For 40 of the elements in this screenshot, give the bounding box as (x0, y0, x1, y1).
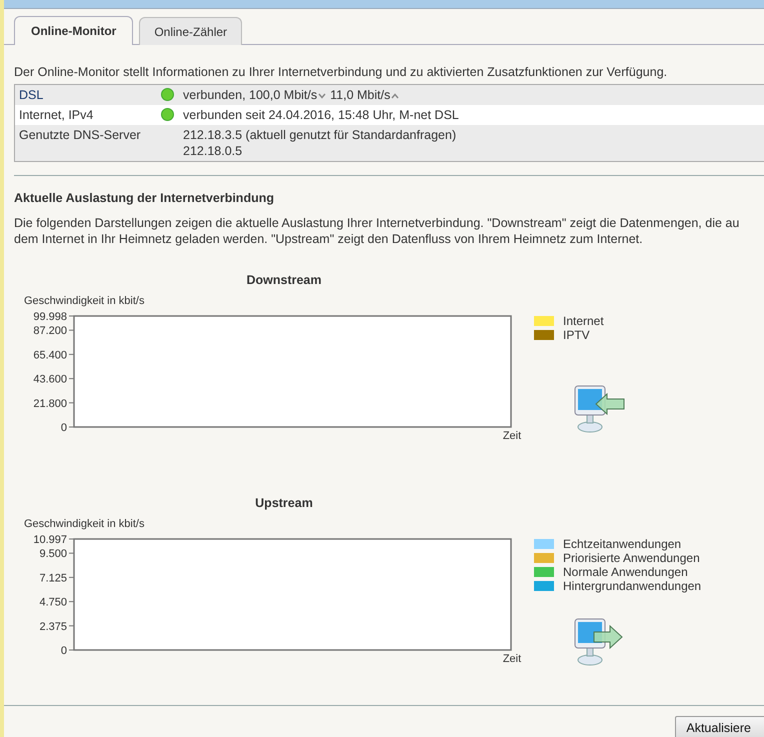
status-value: 212.18.0.5 (183, 143, 242, 159)
legend-label: IPTV (563, 328, 590, 342)
chart-title: Upstream (254, 496, 314, 510)
legend-label: Echtzeitanwendungen (563, 537, 682, 551)
status-label: Internet, IPv4 (19, 107, 94, 123)
down-chevron-icon (318, 92, 326, 99)
chart-title: Downstream (245, 273, 323, 287)
tick-label: 9.500 (39, 548, 67, 560)
tick-label: 0 (60, 422, 67, 434)
tick-label: 10.997 (33, 534, 67, 546)
axis-label: Geschwindigkeit in kbit/s (24, 295, 146, 307)
tab[interactable]: Online-Zähler (139, 17, 242, 45)
status-value: 11,0 Mbit/s (330, 87, 390, 103)
up-chevron-icon (391, 92, 400, 99)
status-value: verbunden, 100,0 Mbit/s (183, 87, 318, 103)
axis-label: Geschwindigkeit in kbit/s (24, 518, 146, 530)
tab[interactable]: Online-Monitor (14, 16, 134, 45)
tick-label: 4.750 (39, 596, 67, 609)
tick-label: 2.375 (39, 620, 67, 633)
axis-label: Zeit (502, 653, 522, 662)
refresh-button[interactable]: Aktualisiere (675, 716, 764, 737)
status-link[interactable]: DSL (19, 87, 44, 103)
tick-label: 65.400 (33, 349, 67, 362)
status-value: verbunden seit 24.04.2016, 15:48 Uhr, M-net DSL (183, 107, 459, 123)
description-text: Die folgenden Darstellungen zeigen die aktuelle Auslastung Ihrer Internetverbindung. "Downstream" zeigt die Datenmengen, die au dem Internet in Ihr Heimnetz geladen werden. "Upstream" zeigt den Datenfluss von Ihrem Heimnetz zum Internet. (14, 215, 740, 247)
status-label: Genutzte DNS-Server (19, 127, 141, 143)
legend-label: Hintergrundanwendungen (563, 579, 702, 593)
tick-label: 43.600 (33, 374, 67, 386)
section-heading: Aktuelle Auslastung der Internetverbindung (14, 191, 275, 205)
tick-label: 99.998 (33, 311, 67, 323)
legend-label: Normale Anwendungen (563, 565, 688, 579)
axis-label: Zeit (502, 430, 522, 439)
tick-label: 0 (60, 645, 67, 657)
legend-label: Internet (563, 314, 604, 328)
tick-label: 21.800 (33, 398, 67, 410)
tick-label: 87.200 (33, 325, 67, 338)
intro-text: Der Online-Monitor stellt Informationen zu Ihrer Internetverbindung und zu aktivierten Zusatzfunktionen zur Verfügung. (14, 65, 668, 79)
legend-label: Priorisierte Anwendungen (563, 551, 700, 565)
tick-label: 7.125 (39, 572, 67, 584)
status-value: 212.18.3.5 (aktuell genutzt für Standardanfragen) (183, 127, 456, 143)
